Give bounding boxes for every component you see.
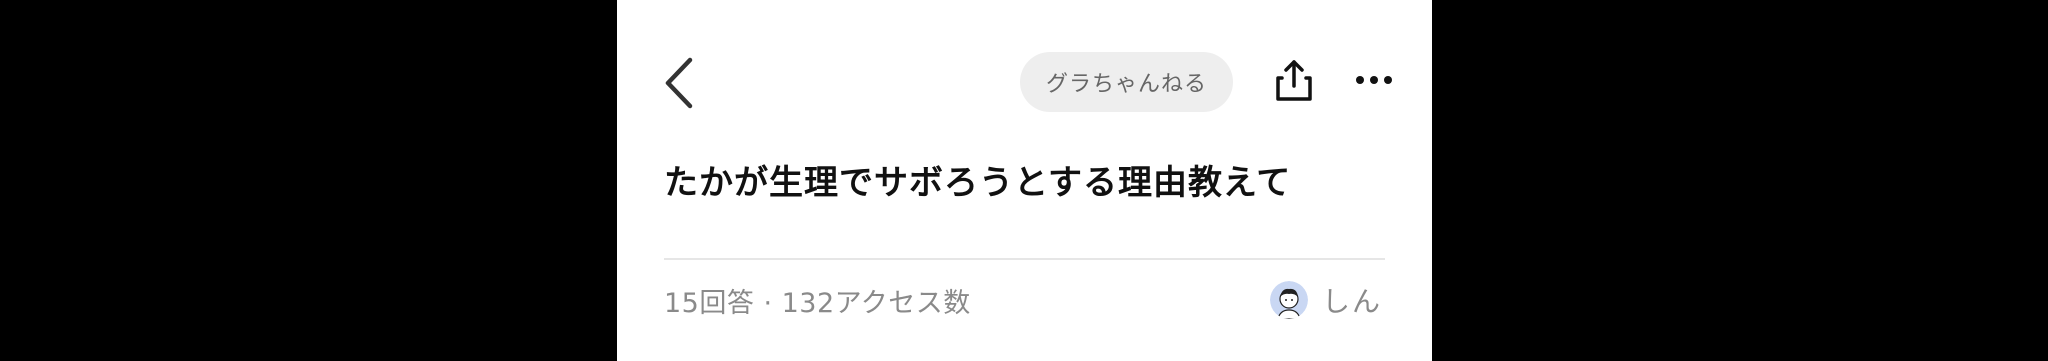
chevron-left-icon	[665, 57, 693, 109]
ellipsis-icon	[1356, 76, 1392, 84]
author-profile[interactable]: しん	[1270, 280, 1382, 320]
more-options-button[interactable]	[1352, 66, 1396, 94]
channel-chip[interactable]: グラちゃんねる	[1020, 52, 1233, 112]
share-icon	[1276, 60, 1312, 101]
question-title: たかが生理でサボろうとする理由教えて	[664, 163, 1292, 203]
avatar	[1270, 281, 1308, 319]
user-avatar-icon	[1270, 281, 1308, 319]
back-button[interactable]	[659, 54, 699, 112]
question-screen: グラちゃんねる たかが生理でサボろうとする理由教えて 15回答 · 132アクセ…	[617, 0, 1432, 361]
divider	[664, 258, 1385, 260]
share-button[interactable]	[1272, 55, 1316, 105]
question-stats: 15回答 · 132アクセス数	[664, 288, 971, 319]
author-name: しん	[1322, 285, 1383, 318]
